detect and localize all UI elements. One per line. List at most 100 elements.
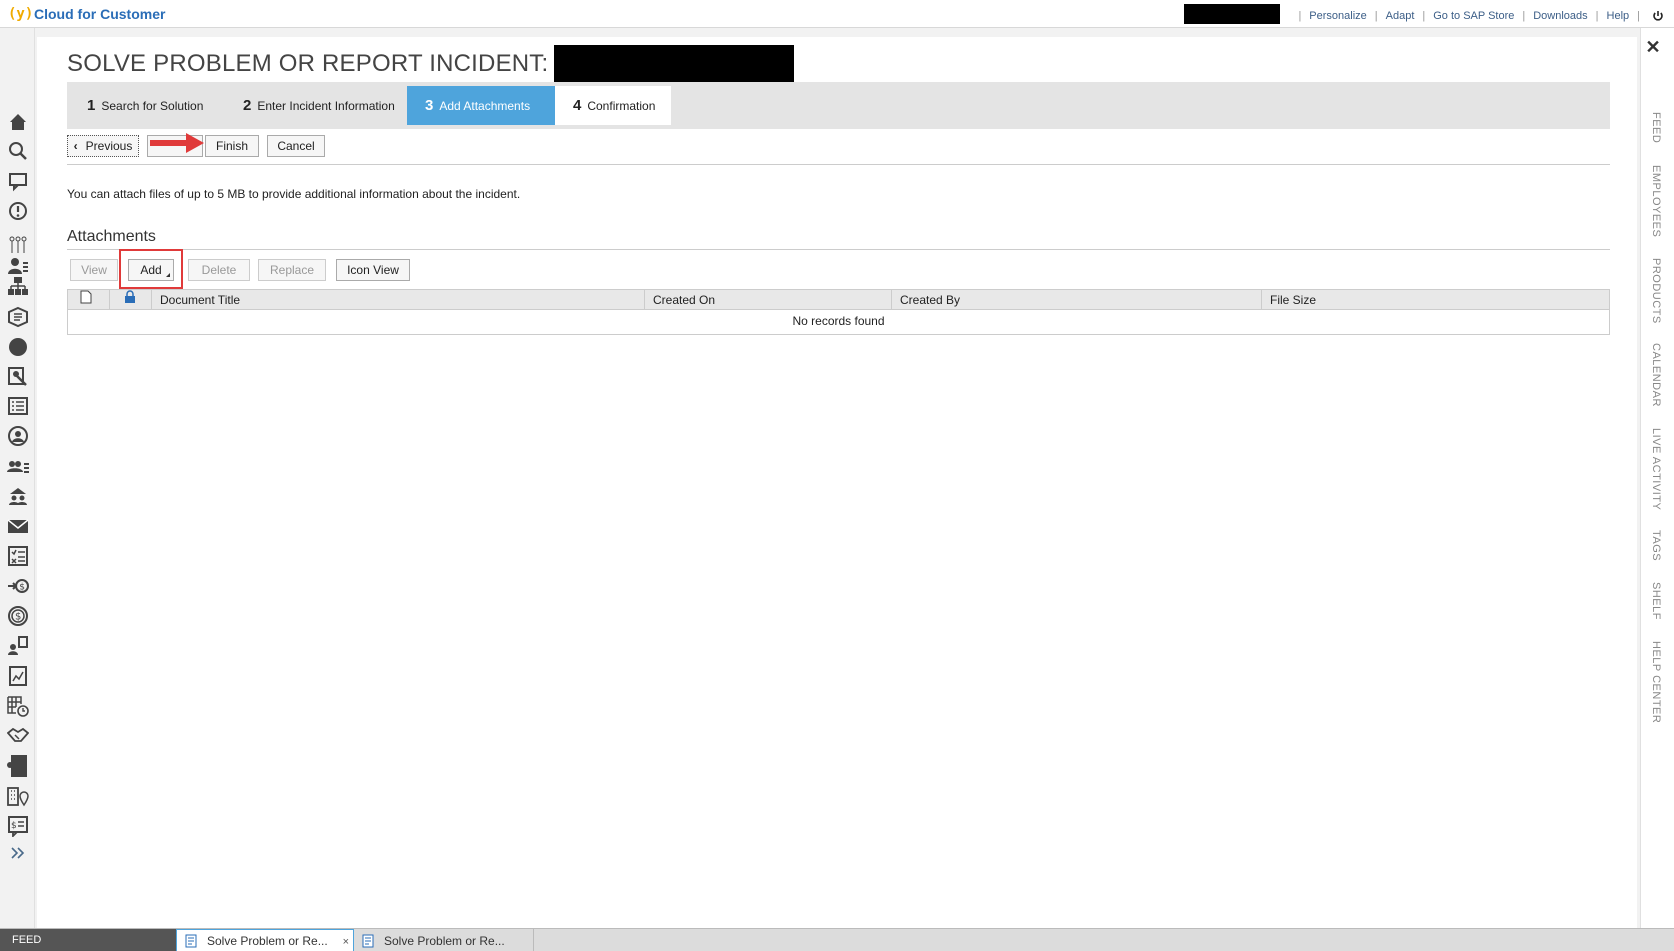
side-tab-live-activity[interactable]: LIVE ACTIVITY — [1650, 428, 1662, 510]
replace-button[interactable]: Replace — [258, 259, 326, 281]
power-icon[interactable] — [1652, 10, 1664, 22]
svg-text:$: $ — [11, 821, 17, 831]
window-tab-active[interactable]: Solve Problem or Re... × — [176, 929, 354, 951]
sap-store-link[interactable]: Go to SAP Store — [1433, 10, 1514, 22]
calendar-grid-icon[interactable] — [6, 694, 30, 718]
column-created-by[interactable]: Created By — [892, 290, 1262, 310]
feed-tab[interactable]: FEED — [0, 929, 176, 951]
top-nav: | Personalize | Adapt | Go to SAP Store … — [1184, 4, 1664, 24]
help-link[interactable]: Help — [1607, 10, 1630, 22]
document-icon — [80, 290, 92, 304]
nav-separator: | — [1298, 10, 1302, 22]
nav-separator: | — [1422, 10, 1426, 22]
nav-separator: | — [1374, 10, 1378, 22]
step-search-for-solution[interactable]: 1 Search for Solution — [73, 86, 223, 125]
window-tab-label: Solve Problem or Re... — [384, 933, 505, 948]
icon-view-button[interactable]: Icon View — [336, 259, 410, 281]
building-location-icon[interactable] — [6, 784, 30, 808]
nav-separator: | — [1522, 10, 1526, 22]
document-icon — [185, 934, 197, 947]
person-doc-icon[interactable] — [6, 634, 30, 658]
circle-icon[interactable] — [6, 335, 30, 359]
checklist-icon[interactable] — [6, 544, 30, 568]
add-button-highlight — [119, 249, 183, 289]
side-tab-help-center[interactable]: HELP CENTER — [1650, 641, 1662, 723]
window-tab[interactable]: Solve Problem or Re... — [354, 929, 534, 951]
column-lock[interactable] — [110, 290, 152, 310]
side-tab-products[interactable]: PRODUCTS — [1650, 258, 1662, 324]
redacted-title-value — [554, 45, 795, 83]
column-created-on[interactable]: Created On — [645, 290, 892, 310]
search-icon[interactable] — [6, 139, 30, 163]
column-document-title[interactable]: Document Title — [152, 290, 645, 310]
person-icon[interactable] — [6, 424, 30, 448]
empty-message: No records found — [792, 314, 885, 328]
chat-icon[interactable] — [6, 169, 30, 193]
wizard-steps: 1 Search for Solution 2 Enter Incident I… — [67, 82, 1610, 129]
svg-text:$: $ — [15, 612, 21, 623]
cancel-button[interactable]: Cancel — [267, 135, 325, 157]
org-chart-icon[interactable] — [6, 274, 30, 298]
building-people-icon[interactable] — [6, 484, 30, 508]
adapt-link[interactable]: Adapt — [1386, 10, 1415, 22]
chevron-left-icon: ‹ — [73, 139, 78, 153]
page-title: SOLVE PROBLEM OR REPORT INCIDENT: — [67, 50, 549, 77]
side-tab-tags[interactable]: TAGS — [1650, 530, 1662, 561]
step-number: 3 — [425, 97, 434, 114]
step-label: Enter Incident Information — [257, 98, 395, 113]
user-folder-icon[interactable] — [6, 754, 30, 778]
people-list-icon[interactable] — [6, 454, 30, 478]
view-button[interactable]: View — [70, 259, 118, 281]
step-label: Add Attachments — [439, 98, 531, 113]
alert-icon[interactable] — [6, 199, 30, 223]
brand[interactable]: (y) Cloud for Customer — [8, 5, 165, 23]
doc-chart-icon[interactable] — [6, 664, 30, 688]
top-bar: (y) Cloud for Customer | Personalize | A… — [0, 0, 1674, 28]
close-tab-icon[interactable]: × — [343, 936, 349, 948]
finish-button[interactable]: Finish — [205, 135, 259, 157]
sap-logo-icon: (y) — [8, 6, 34, 22]
close-icon[interactable]: ✕ — [1643, 38, 1663, 58]
previous-button[interactable]: ‹ Previous — [67, 135, 139, 157]
svg-text:$: $ — [19, 583, 25, 593]
attachments-table: Document Title Created On Created By Fil… — [67, 289, 1610, 335]
personalize-link[interactable]: Personalize — [1309, 10, 1366, 22]
bottom-bar: FEED Solve Problem or Re... × Solve Prob… — [0, 928, 1674, 951]
box-icon[interactable] — [6, 305, 30, 329]
handshake-icon[interactable] — [6, 724, 30, 748]
side-tab-calendar[interactable]: CALENDAR — [1650, 343, 1662, 407]
section-divider — [67, 249, 1610, 250]
redacted-user-name — [1184, 4, 1281, 24]
side-tab-shelf[interactable]: SHELF — [1650, 582, 1662, 620]
column-file-size[interactable]: File Size — [1262, 290, 1611, 310]
tools-icon[interactable] — [6, 364, 30, 388]
step-number: 4 — [573, 97, 582, 114]
downloads-link[interactable]: Downloads — [1533, 10, 1587, 22]
attachment-info-text: You can attach files of up to 5 MB to pr… — [67, 187, 521, 201]
step-confirmation[interactable]: 4 Confirmation — [555, 86, 671, 125]
step-add-attachments[interactable]: 3 Add Attachments — [407, 86, 555, 125]
divider — [67, 164, 1610, 165]
expand-icon[interactable] — [6, 841, 30, 865]
price-doc-icon[interactable]: $ — [6, 814, 30, 838]
home-icon[interactable] — [6, 110, 30, 134]
document-icon — [362, 934, 374, 947]
nav-separator: | — [1595, 10, 1599, 22]
mail-icon[interactable] — [6, 514, 30, 538]
list-icon[interactable] — [6, 394, 30, 418]
side-tab-feed[interactable]: FEED — [1650, 112, 1662, 143]
lock-icon — [125, 290, 135, 303]
step-number: 1 — [87, 97, 96, 114]
step-enter-incident-information[interactable]: 2 Enter Incident Information — [223, 86, 407, 125]
step-label: Confirmation — [587, 98, 656, 113]
transfer-dollar-icon[interactable]: $ — [6, 574, 30, 598]
column-document-type[interactable] — [68, 290, 110, 310]
step-label: Search for Solution — [101, 98, 204, 113]
nav-separator: | — [1637, 10, 1640, 22]
previous-label: Previous — [85, 139, 133, 153]
side-tab-employees[interactable]: EMPLOYEES — [1650, 165, 1662, 237]
dollar-icon[interactable]: $ — [6, 604, 30, 628]
main-panel: SOLVE PROBLEM OR REPORT INCIDENT: 1 Sear… — [37, 37, 1637, 928]
step-number: 2 — [243, 97, 252, 114]
delete-button[interactable]: Delete — [188, 259, 250, 281]
